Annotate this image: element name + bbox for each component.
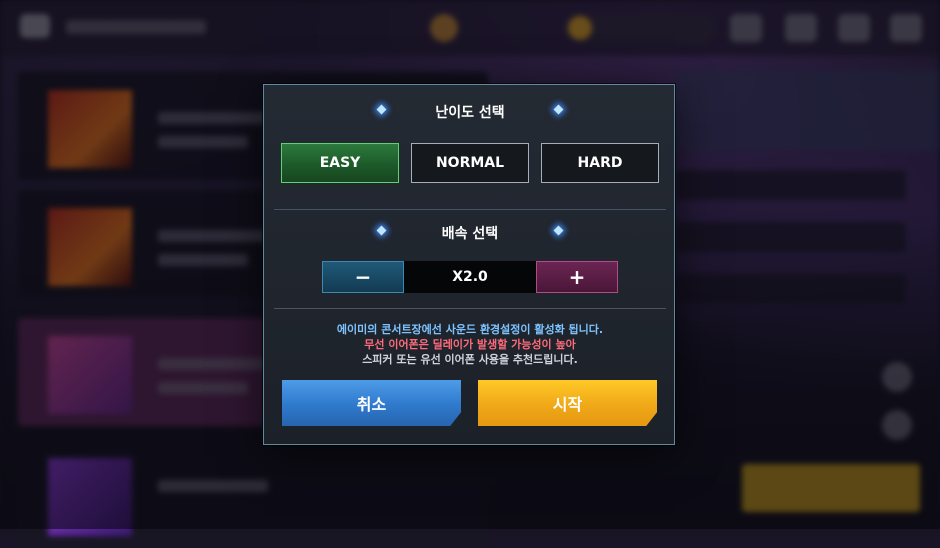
difficulty-title: 난이도 선택 xyxy=(435,105,505,121)
difficulty-normal-button[interactable]: NORMAL xyxy=(411,143,529,183)
cancel-button[interactable]: 취소 xyxy=(282,380,461,426)
notice-line-3: 스피커 또는 유선 이어폰 사용을 추천드립니다. xyxy=(362,353,578,366)
speed-title: 배속 선택 xyxy=(441,226,499,242)
speed-increase-button[interactable]: + xyxy=(536,261,618,293)
start-button[interactable]: 시작 xyxy=(478,380,657,426)
divider xyxy=(274,209,666,210)
notice-line-2: 무선 이어폰은 딜레이가 발생할 가능성이 높아 xyxy=(364,338,576,351)
notice-line-1: 에이미의 콘서트장에선 사운드 환경설정이 활성화 됩니다. xyxy=(336,323,604,336)
speed-decrease-button[interactable]: − xyxy=(322,261,404,293)
divider xyxy=(274,308,666,309)
speed-stepper: − X2.0 + xyxy=(322,261,618,293)
difficulty-hard-button[interactable]: HARD xyxy=(541,143,659,183)
difficulty-easy-button[interactable]: EASY xyxy=(281,143,399,183)
difficulty-speed-dialog: 난이도 선택 EASY NORMAL HARD 배속 선택 − X2.0 + 에… xyxy=(263,84,675,445)
speed-value: X2.0 xyxy=(404,261,536,293)
